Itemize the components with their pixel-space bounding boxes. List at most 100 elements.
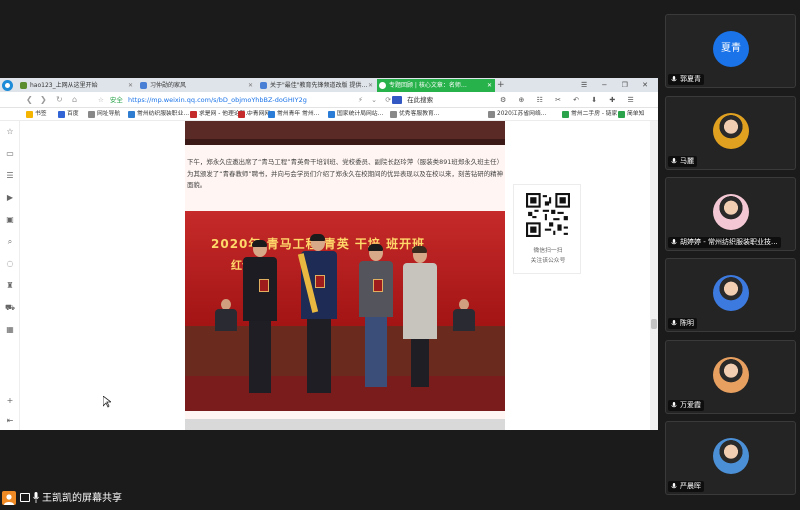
bookmark-item[interactable]: 百度	[58, 108, 79, 120]
cart-icon[interactable]: ⛟	[5, 303, 15, 313]
participant-name-bar: 严晨晖	[668, 481, 704, 492]
bookmark-item[interactable]: 常州青年 常州…	[268, 108, 320, 120]
bookmark-label: 书签	[35, 111, 47, 117]
participant-name-bar: 陈明	[668, 318, 697, 329]
avatar	[713, 357, 749, 393]
add-icon[interactable]: +	[5, 396, 15, 406]
bookmark-label: 优秀客服教育…	[399, 111, 440, 117]
game-icon[interactable]: ♜	[5, 281, 15, 291]
participant-tile[interactable]: 夏青郭夏青	[665, 14, 796, 88]
search-placeholder: 在此搜索	[407, 96, 434, 104]
bookmark-label: 2020江苏省网络…	[497, 111, 547, 117]
bookmark-bar: 书签 百度 网址导航 常州纺织服装职业… 求是网 - 他理论新… 中青网网 常州青年 常州……	[0, 108, 658, 121]
bookmark-favicon-icon	[88, 111, 95, 118]
bookmark-label: 常州青年 常州…	[277, 111, 320, 117]
participant-name-bar: 万爱霞	[668, 400, 704, 411]
bookmark-item[interactable]: 常州二手房 - 链家	[562, 108, 618, 120]
star-icon[interactable]: ☆	[5, 127, 15, 137]
search-icon[interactable]: ⌕	[5, 237, 15, 247]
tab-active-article[interactable]: 专题回顾 | 核心文章：名师… ✕	[377, 79, 495, 92]
bookmark-favicon-icon	[268, 111, 275, 118]
microphone-icon	[671, 239, 677, 245]
bookmark-item[interactable]: 简单知	[618, 108, 644, 120]
tab-close-icon[interactable]: ✕	[248, 79, 253, 92]
next-image-strip	[185, 419, 505, 430]
collapse-icon[interactable]: ⇤	[5, 416, 15, 426]
microphone-icon[interactable]	[33, 492, 39, 503]
tab-favicon-icon	[260, 82, 267, 89]
address-tools[interactable]: ⚡ ⌄ ⟳	[358, 94, 394, 106]
chat-icon[interactable]: ◌	[5, 259, 15, 269]
screen-share-label: 王凯凯的屏幕共享	[42, 493, 122, 504]
image-icon[interactable]: ▣	[5, 215, 15, 225]
participant-tile[interactable]: 严晨晖	[665, 421, 796, 495]
toolbar-icons[interactable]: ⚙ ⊕ ☷ ✂ ↶ ⬇ ✚ ☰	[500, 94, 639, 106]
microphone-icon	[671, 483, 677, 489]
bookmark-item[interactable]: 网址导航	[88, 108, 120, 120]
bookmark-label: 常州纺织服装职业…	[137, 111, 190, 117]
page-content: 下午，郑永久应邀出席了“青马工程”青英骨干培训班、党校委员、副院长赵玲萍（服装类…	[20, 121, 650, 430]
video-icon[interactable]: ▶	[5, 193, 15, 203]
microphone-icon	[671, 402, 677, 408]
bookmark-item[interactable]: 国家统计局网站…	[328, 108, 384, 120]
participant-tile[interactable]: 胡婷婷 - 常州纺织服装职业技...	[665, 177, 796, 251]
scrollbar-thumb[interactable]	[651, 319, 657, 329]
avatar-initials: 夏青	[721, 43, 741, 54]
microphone-icon	[671, 76, 677, 82]
tab-label: 习仲勋的家风	[150, 82, 187, 89]
tab-label: hao123_上网从这里开始	[30, 82, 98, 89]
home-icon[interactable]: ⌂	[72, 94, 77, 106]
user-icon	[2, 491, 16, 505]
tools-icon[interactable]: ▦	[5, 325, 15, 335]
forward-icon[interactable]: ❯	[40, 94, 47, 106]
bookmark-favicon-icon	[238, 111, 245, 118]
bookmark-item[interactable]: 中青网网	[238, 108, 270, 120]
avatar	[713, 438, 749, 474]
avatar	[713, 275, 749, 311]
new-tab-button[interactable]: +	[497, 79, 505, 91]
participant-tile[interactable]: 万爱霞	[665, 340, 796, 414]
bookmark-favicon-icon	[190, 111, 197, 118]
navigation-bar: ❮ ❯ ↻ ⌂ ☆ 安全 https://mp.weixin.qq.com/s/…	[0, 92, 658, 108]
photo-podium	[185, 326, 505, 376]
tab-notice[interactable]: 关于"最佳"教育先锋频道改版 提供… ✕	[258, 79, 376, 92]
participant-name: 胡婷婷 - 常州纺织服装职业技...	[680, 238, 778, 246]
search-engine-icon[interactable]	[392, 96, 402, 104]
participant-name-bar: 郭夏青	[668, 74, 704, 85]
page-scrollbar[interactable]	[650, 121, 658, 430]
tab-close-icon[interactable]: ✕	[128, 79, 133, 92]
screen-share-bar[interactable]: 王凯凯的屏幕共享	[0, 488, 160, 510]
bookmark-label: 国家统计局网站…	[337, 111, 384, 117]
tab-close-icon[interactable]: ✕	[487, 79, 492, 92]
participant-name: 严晨晖	[680, 482, 701, 490]
favorite-star-icon[interactable]: ☆	[98, 96, 104, 104]
list-icon[interactable]: ☰	[5, 171, 15, 181]
refresh-icon[interactable]: ↻	[56, 94, 63, 106]
window-controls[interactable]: ☰ − ❐ ✕	[581, 79, 654, 91]
participant-tile[interactable]: 马麗	[665, 96, 796, 170]
url-text[interactable]: https://mp.weixin.qq.com/s/bD_objmoYhbBZ…	[128, 96, 307, 104]
tab-hao123[interactable]: hao123_上网从这里开始 ✕	[18, 79, 136, 92]
bookmark-label: 常州二手房 - 链家	[571, 111, 618, 117]
address-bar[interactable]: ☆ 安全 https://mp.weixin.qq.com/s/bD_objmo…	[98, 94, 388, 106]
bookmark-label: 百度	[67, 111, 79, 117]
photo-floor	[185, 376, 505, 411]
participant-name: 郭夏青	[680, 75, 701, 83]
qr-code-card: 微信扫一扫 关注该公众号	[513, 184, 581, 274]
bookmark-favicon-icon	[562, 111, 569, 118]
participant-tile[interactable]: 陈明	[665, 258, 796, 332]
bookmark-item[interactable]: 常州纺织服装职业…	[128, 108, 190, 120]
tab-family-style[interactable]: 习仲勋的家风 ✕	[138, 79, 256, 92]
bookmark-item[interactable]: 2020江苏省网络…	[488, 108, 547, 120]
back-icon[interactable]: ❮	[26, 94, 33, 106]
bookmark-item[interactable]: 优秀客服教育…	[390, 108, 440, 120]
tab-favicon-icon	[140, 82, 147, 89]
participant-name: 马麗	[680, 157, 694, 165]
book-icon[interactable]: ▭	[5, 149, 15, 159]
bookmark-favicon-icon	[488, 111, 495, 118]
search-input[interactable]: 在此搜索	[392, 94, 497, 106]
bookmark-item[interactable]: 书签	[26, 108, 47, 120]
qr-code-icon	[526, 193, 570, 237]
avatar	[713, 194, 749, 230]
tab-close-icon[interactable]: ✕	[368, 79, 373, 92]
